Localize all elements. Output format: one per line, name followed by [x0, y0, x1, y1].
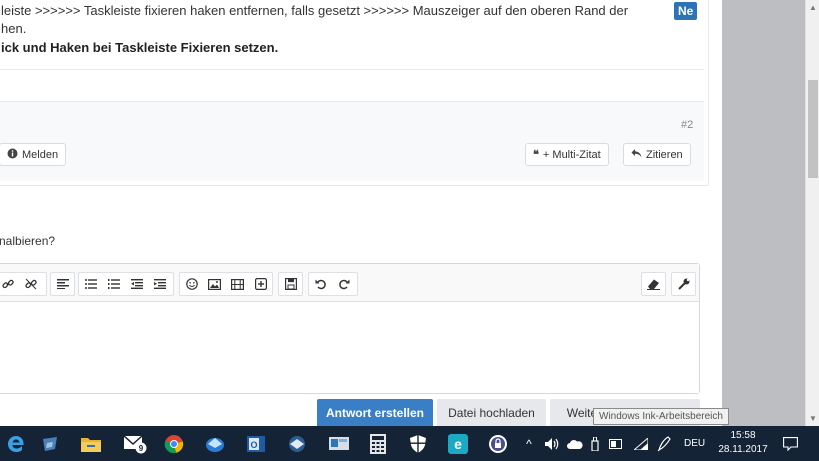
- quote-label: Zitieren: [646, 148, 683, 161]
- reply-editor: [0, 263, 700, 394]
- post-text-line-2: hen.: [1, 21, 27, 36]
- numbered-list-icon[interactable]: [102, 273, 125, 295]
- undo-icon[interactable]: [309, 273, 332, 295]
- reply-context-text: nalbieren?: [0, 234, 56, 248]
- smiley-icon[interactable]: [180, 273, 203, 295]
- link-icon[interactable]: [0, 273, 19, 295]
- info-icon: [7, 148, 18, 162]
- vertical-scrollbar[interactable]: ▲ ▼: [805, 0, 819, 426]
- battery-icon[interactable]: [608, 435, 624, 452]
- windows-ink-icon[interactable]: [656, 435, 674, 452]
- clock-time: 15:58: [730, 430, 756, 441]
- new-badge: Ne: [674, 2, 698, 20]
- mail-icon[interactable]: 9: [119, 429, 151, 458]
- ie-icon[interactable]: e: [442, 429, 474, 458]
- editor-text-area[interactable]: [0, 303, 699, 393]
- remove-format-icon[interactable]: [642, 273, 665, 295]
- toolbar-group-links: [0, 272, 47, 296]
- toolbar-group-align: [50, 272, 75, 296]
- edge-icon[interactable]: [0, 429, 32, 458]
- keepass-icon[interactable]: [482, 429, 514, 458]
- usb-icon[interactable]: [589, 435, 601, 452]
- multi-quote-label: + Multi-Zitat: [542, 148, 601, 161]
- remote-desktop-icon[interactable]: [323, 429, 355, 458]
- chrome-icon[interactable]: [158, 429, 190, 458]
- svg-text:e: e: [454, 436, 462, 452]
- forum-page: leiste >>>>>> Taskleiste fixieren haken …: [0, 0, 722, 426]
- toolbar-group-save: [278, 272, 303, 296]
- page-side-area: [722, 0, 805, 426]
- quote-button[interactable]: Zitieren: [623, 143, 691, 166]
- post-footer: [0, 101, 704, 181]
- multi-quote-button[interactable]: ❝ + Multi-Zitat: [525, 143, 609, 166]
- volume-icon[interactable]: [544, 435, 562, 452]
- toolbar-group-lists: [78, 272, 174, 296]
- clock-date: 28.11.2017: [718, 444, 768, 455]
- ink-workspace-tooltip: Windows Ink-Arbeitsbereich: [593, 408, 729, 425]
- scroll-down-icon[interactable]: ▼: [806, 411, 819, 425]
- onedrive-icon[interactable]: [566, 435, 584, 452]
- tools-icon[interactable]: [672, 273, 695, 295]
- post-text-line-3-bold: ick und Haken bei Taskleiste Fixieren se…: [1, 40, 279, 55]
- media-icon[interactable]: [226, 273, 249, 295]
- create-reply-button[interactable]: Antwort erstellen: [317, 399, 433, 426]
- editor-toolbar: [0, 264, 699, 302]
- network-icon[interactable]: [281, 429, 313, 458]
- toolbar-group-history: [308, 272, 358, 296]
- report-label: Melden: [22, 148, 59, 161]
- scroll-thumb[interactable]: [808, 80, 818, 178]
- insert-icon[interactable]: [249, 273, 272, 295]
- mail-badge: 9: [139, 444, 144, 453]
- quote-icon: ❝: [533, 148, 539, 161]
- tray-expand-icon[interactable]: ^: [523, 435, 535, 452]
- reply-arrow-icon: [631, 148, 642, 161]
- redo-icon[interactable]: [332, 273, 355, 295]
- thunderbird-icon[interactable]: [199, 429, 231, 458]
- scroll-up-icon[interactable]: ▲: [806, 0, 819, 14]
- post-divider: [0, 69, 704, 70]
- file-explorer-icon[interactable]: [75, 429, 107, 458]
- language-indicator[interactable]: DEU: [684, 438, 705, 449]
- save-draft-icon[interactable]: [279, 273, 302, 295]
- store-icon[interactable]: [34, 429, 66, 458]
- post-text-line-1: leiste >>>>>> Taskleiste fixieren haken …: [1, 3, 629, 18]
- post-number[interactable]: #2: [681, 119, 693, 131]
- defender-icon[interactable]: [402, 429, 434, 458]
- report-button[interactable]: Melden: [0, 143, 67, 166]
- notification-icon[interactable]: [781, 435, 799, 452]
- svg-text:O: O: [250, 440, 257, 450]
- clock[interactable]: 15:58 28.11.2017: [707, 429, 779, 457]
- outdent-icon[interactable]: [125, 273, 148, 295]
- unlink-icon[interactable]: [19, 273, 42, 295]
- bullet-list-icon[interactable]: [79, 273, 102, 295]
- image-icon[interactable]: [203, 273, 226, 295]
- windows-taskbar: 9 O e ^ DEU 15:58 28.11.2017: [0, 426, 819, 461]
- indent-icon[interactable]: [148, 273, 171, 295]
- upload-file-button[interactable]: Datei hochladen: [437, 399, 546, 426]
- align-left-icon[interactable]: [51, 273, 74, 295]
- calculator-icon[interactable]: [362, 429, 394, 458]
- toolbar-group-format: [641, 272, 666, 296]
- outlook-icon[interactable]: O: [240, 429, 272, 458]
- toolbar-group-insert: [179, 272, 273, 296]
- forum-post: leiste >>>>>> Taskleiste fixieren haken …: [0, 0, 709, 186]
- wifi-icon[interactable]: [633, 435, 649, 452]
- toolbar-group-tools: [671, 272, 696, 296]
